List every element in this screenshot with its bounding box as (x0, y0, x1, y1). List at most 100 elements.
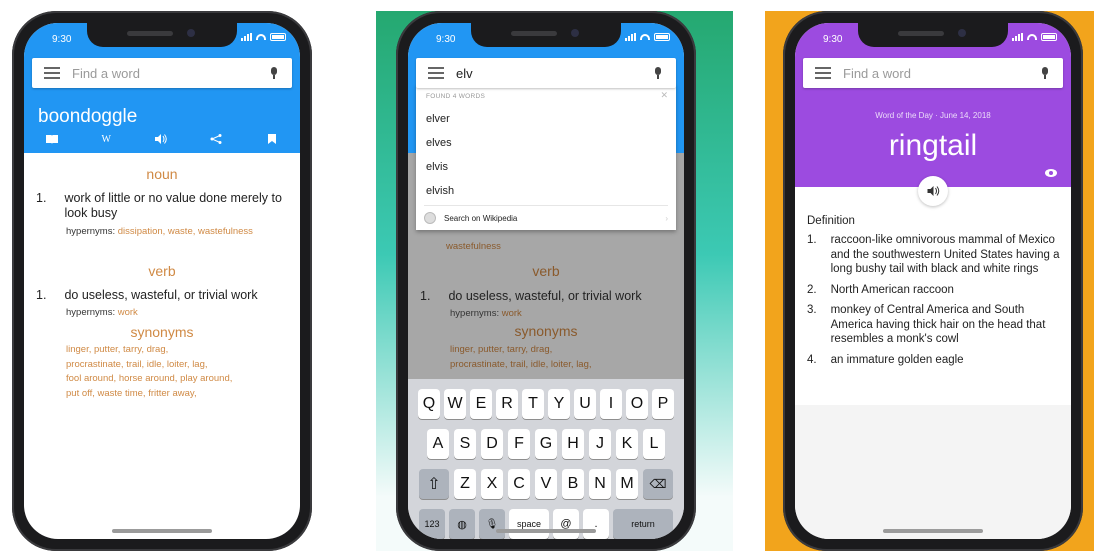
hypernyms-links[interactable]: dissipation, waste, wastefulness (118, 226, 253, 237)
key-w[interactable]: W (444, 389, 466, 419)
hypernyms-links: work (501, 308, 522, 319)
verb-sense: 1. do useless, wasteful, or trivial work … (420, 289, 674, 320)
synonyms-line: linger, putter, tarry, drag, (450, 344, 553, 355)
synonyms-line[interactable]: fool around, horse around, play around, (66, 372, 292, 387)
synonyms-line[interactable]: put off, waste time, fritter away, (66, 387, 292, 402)
key-o[interactable]: O (626, 389, 648, 419)
search-bar[interactable]: Find a word (32, 58, 292, 88)
sense-text: do useless, wasteful, or trivial work (64, 288, 258, 302)
shift-icon[interactable]: ⇧ (419, 469, 449, 499)
synonyms-line[interactable]: procrastinate, trail, idle, loiter, lag, (66, 358, 292, 373)
synonyms-list[interactable]: linger, putter, tarry, drag, procrastina… (66, 343, 292, 401)
wifi-icon (1027, 34, 1037, 40)
key-n[interactable]: N (589, 469, 611, 499)
action-bar: W (24, 134, 300, 147)
search-bar[interactable]: elv (416, 58, 676, 88)
key-j[interactable]: J (589, 429, 611, 459)
microphone-key-icon[interactable]: 🎙 (479, 509, 505, 539)
battery-icon (270, 33, 286, 41)
phone-frame: 9:30 Find a word boondoggle W noun 1. wor… (12, 11, 312, 551)
search-input[interactable]: elv (456, 66, 654, 81)
phone-frame: 9:30 Find a word Word of the Day · June … (783, 11, 1083, 551)
wikipedia-icon[interactable]: W (102, 134, 111, 147)
definition-item: 2. North American raccoon (807, 283, 1063, 298)
numbers-key[interactable]: 123 (419, 509, 445, 539)
key-l[interactable]: L (643, 429, 665, 459)
search-input[interactable]: Find a word (72, 66, 270, 81)
microphone-icon[interactable] (1041, 67, 1049, 79)
eye-icon[interactable] (1045, 169, 1057, 177)
suggestion-item[interactable]: elvis (426, 161, 448, 173)
key-b[interactable]: B (562, 469, 584, 499)
empty-area (795, 405, 1071, 539)
suggestion-item[interactable]: elves (426, 137, 452, 149)
search-input[interactable]: Find a word (843, 66, 1041, 81)
search-bar[interactable]: Find a word (803, 58, 1063, 88)
key-c[interactable]: C (508, 469, 530, 499)
speaker-icon[interactable] (154, 134, 167, 147)
key-v[interactable]: V (535, 469, 557, 499)
key-a[interactable]: A (427, 429, 449, 459)
definition-text: monkey of Central America and South Amer… (830, 304, 1046, 345)
share-icon[interactable] (210, 134, 222, 147)
home-indicator[interactable] (112, 529, 212, 533)
wifi-icon (256, 34, 266, 40)
space-key[interactable]: space (509, 509, 549, 539)
microphone-icon[interactable] (270, 67, 278, 79)
home-indicator[interactable] (883, 529, 983, 533)
hypernyms-label: hypernyms: (66, 307, 116, 318)
definition-number: 4. (807, 353, 817, 366)
screenshot-card-3: 9:30 Find a word Word of the Day · June … (765, 11, 1094, 551)
globe-icon[interactable]: ◍ (449, 509, 475, 539)
key-t[interactable]: T (522, 389, 544, 419)
battery-icon (1041, 33, 1057, 41)
suggestion-item[interactable]: elvish (426, 185, 454, 197)
definition-text: North American raccoon (830, 283, 954, 296)
signal-icon (1012, 33, 1023, 41)
keyboard-row-1: Q W E R T Y U I O P (408, 389, 684, 419)
at-key[interactable]: @ (553, 509, 579, 539)
key-s[interactable]: S (454, 429, 476, 459)
menu-icon[interactable] (428, 67, 444, 79)
sense-text: work of little or no value done merely t… (64, 191, 282, 220)
status-bar: 9:30 (795, 23, 1071, 49)
key-u[interactable]: U (574, 389, 596, 419)
book-icon[interactable] (45, 134, 58, 147)
menu-icon[interactable] (44, 67, 60, 79)
key-x[interactable]: X (481, 469, 503, 499)
key-r[interactable]: R (496, 389, 518, 419)
key-e[interactable]: E (470, 389, 492, 419)
key-q[interactable]: Q (418, 389, 440, 419)
speaker-icon[interactable] (918, 176, 948, 206)
key-i[interactable]: I (600, 389, 622, 419)
key-z[interactable]: Z (454, 469, 476, 499)
bookmark-icon[interactable] (266, 134, 278, 147)
hypernyms-links[interactable]: work (118, 307, 138, 318)
keyboard-row-4: 123 ◍ 🎙 space @ . return (408, 509, 684, 539)
microphone-icon[interactable] (654, 67, 662, 79)
status-time: 9:30 (823, 34, 843, 45)
close-icon[interactable]: ✕ (660, 90, 668, 101)
word-title: boondoggle (38, 106, 138, 127)
period-key[interactable]: . (583, 509, 609, 539)
backspace-icon[interactable]: ⌫ (643, 469, 673, 499)
key-d[interactable]: D (481, 429, 503, 459)
key-y[interactable]: Y (548, 389, 570, 419)
search-wikipedia-row[interactable]: Search on Wikipedia › (424, 205, 668, 230)
status-bar: 9:30 (408, 23, 684, 49)
key-g[interactable]: G (535, 429, 557, 459)
key-p[interactable]: P (652, 389, 674, 419)
keyboard-row-3: ⇧ Z X C V B N M ⌫ (408, 469, 684, 499)
key-k[interactable]: K (616, 429, 638, 459)
synonyms-line[interactable]: linger, putter, tarry, drag, (66, 343, 292, 358)
key-h[interactable]: H (562, 429, 584, 459)
key-f[interactable]: F (508, 429, 530, 459)
section-synonyms: synonyms (130, 324, 194, 340)
menu-icon[interactable] (815, 67, 831, 79)
definition-item: 4. an immature golden eagle (807, 353, 1063, 368)
screenshot-card-2: 9:30 elv wastefulness verb 1. do useless,… (376, 11, 733, 551)
suggestion-item[interactable]: elver (426, 113, 450, 125)
home-indicator[interactable] (496, 529, 596, 533)
key-m[interactable]: M (616, 469, 638, 499)
return-key[interactable]: return (613, 509, 673, 539)
